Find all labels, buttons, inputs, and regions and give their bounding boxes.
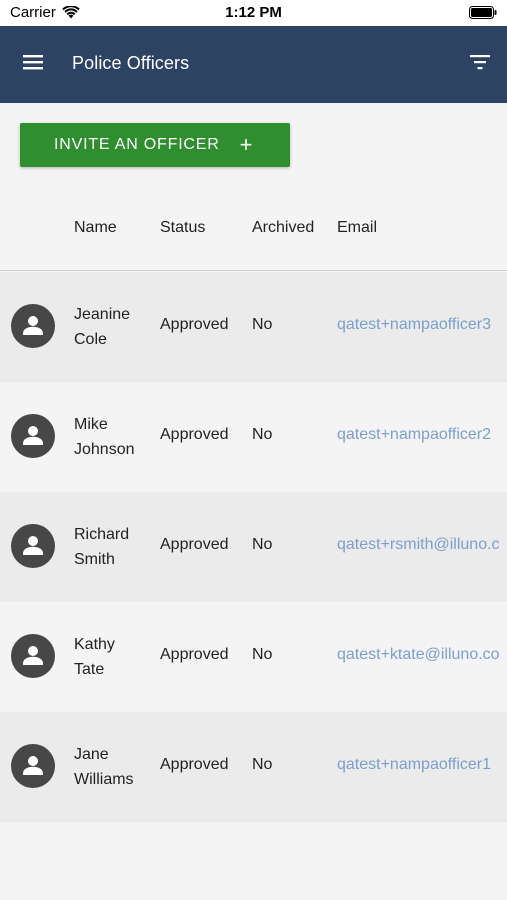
officer-status: Approved [160,536,229,553]
officer-archived: No [252,316,273,333]
officer-last-name: Johnson [74,441,135,458]
filter-icon[interactable] [469,52,493,76]
officer-status: Approved [160,756,229,773]
officer-first-name: Kathy [74,636,115,653]
officer-first-name: Richard [74,526,130,543]
officer-list: Jeanine Cole Approved No qatest+nampaoff… [0,272,507,822]
officer-archived: No [252,756,273,773]
person-icon [11,304,55,348]
officer-archived: No [252,536,273,553]
officer-first-name: Jeanine [74,306,131,323]
plus-icon: + [239,132,254,157]
status-bar: Carrier 1:12 PM [0,0,507,26]
table-row[interactable]: Kathy Tate Approved No qatest+ktate@illu… [0,602,507,712]
officer-email-link[interactable]: qatest+nampaofficer2 [337,426,507,444]
person-icon [11,744,55,788]
officer-last-name: Cole [74,331,107,348]
officer-archived: No [252,426,273,443]
officer-last-name: Williams [74,771,134,788]
battery-icon [469,6,497,24]
hamburger-menu-icon[interactable] [22,53,46,75]
invite-officer-button[interactable]: INVITE AN OFFICER + [20,123,290,167]
officer-last-name: Smith [74,551,115,568]
officer-status: Approved [160,316,229,333]
column-header-email[interactable]: Email [337,219,377,237]
page-title: Police Officers [72,53,190,73]
officer-first-name: Mike [74,416,108,433]
officer-name: Jeanine Cole [74,302,154,352]
clock: 1:12 PM [225,4,282,21]
officer-name: Kathy Tate [74,632,154,682]
table-row[interactable]: Mike Johnson Approved No qatest+nampaoff… [0,382,507,492]
table-row[interactable]: Jeanine Cole Approved No qatest+nampaoff… [0,272,507,382]
column-header-name[interactable]: Name [74,219,117,237]
person-icon [11,524,55,568]
officer-last-name: Tate [74,661,105,678]
table-row[interactable]: Richard Smith Approved No qatest+rsmith@… [0,492,507,602]
officer-status: Approved [160,426,229,443]
officer-status: Approved [160,646,229,663]
table-header: Name Status Archived Email [0,190,507,271]
officer-name: Mike Johnson [74,412,154,462]
officer-first-name: Jane [74,746,109,763]
officer-email-link[interactable]: qatest+nampaofficer1 [337,756,507,774]
officer-archived: No [252,646,273,663]
invite-button-label: INVITE AN OFFICER [54,136,220,153]
person-icon [11,414,55,458]
person-icon [11,634,55,678]
officer-email-link[interactable]: qatest+ktate@illuno.co [337,646,507,664]
column-header-status[interactable]: Status [160,219,205,237]
officer-email-link[interactable]: qatest+rsmith@illuno.c [337,536,507,554]
officer-email-link[interactable]: qatest+nampaofficer3 [337,316,507,334]
column-header-archived[interactable]: Archived [252,219,314,237]
table-row[interactable]: Jane Williams Approved No qatest+nampaof… [0,712,507,822]
officer-name: Richard Smith [74,522,154,572]
officer-name: Jane Williams [74,742,154,792]
app-bar: Police Officers [0,26,507,103]
